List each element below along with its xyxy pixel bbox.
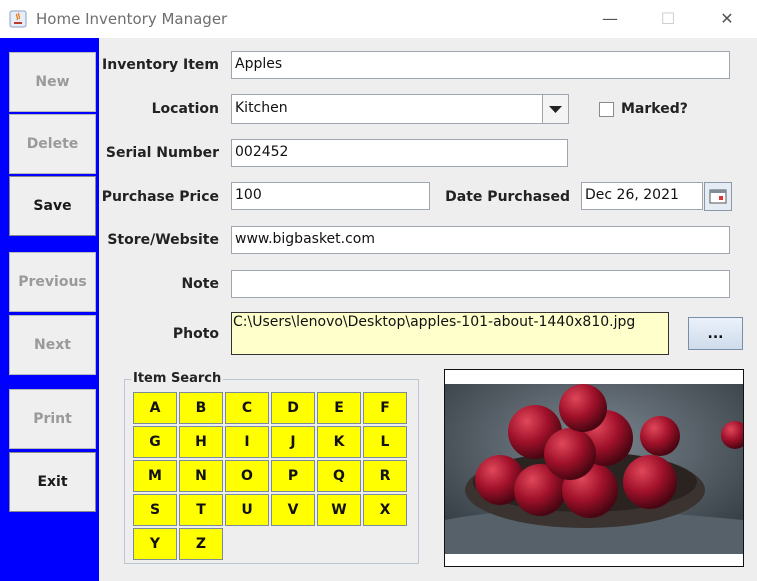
search-letter-q-button[interactable]: Q [317,460,361,492]
photo-preview [444,369,744,567]
app-window: Home Inventory Manager — ☐ ✕ New Delete … [0,0,757,581]
marked-checkbox[interactable] [599,102,614,117]
inventory-item-field[interactable]: Apples [231,51,730,79]
maximize-button[interactable]: ☐ [646,6,690,32]
search-letter-n-button[interactable]: N [179,460,223,492]
print-button[interactable]: Print [9,389,96,449]
search-letter-d-button[interactable]: D [271,392,315,424]
search-letter-e-button[interactable]: E [317,392,361,424]
photo-label: Photo [172,326,219,342]
new-button[interactable]: New [9,52,96,112]
location-selected-value: Kitchen [235,100,288,116]
search-letter-o-button[interactable]: O [225,460,269,492]
search-letter-a-button[interactable]: A [133,392,177,424]
next-button[interactable]: Next [9,315,96,375]
search-letter-p-button[interactable]: P [271,460,315,492]
search-letter-i-button[interactable]: I [225,426,269,458]
search-letter-r-button[interactable]: R [363,460,407,492]
date-purchased-field[interactable]: Dec 26, 2021 [581,182,703,210]
dropdown-arrow-button[interactable] [542,95,568,123]
store-website-field[interactable]: www.bigbasket.com [231,226,730,254]
location-combobox[interactable]: Kitchen [231,94,569,124]
search-letter-b-button[interactable]: B [179,392,223,424]
search-letter-x-button[interactable]: X [363,494,407,526]
note-label: Note [181,276,219,292]
search-letter-w-button[interactable]: W [317,494,361,526]
serial-number-label: Serial Number [105,145,219,161]
exit-button[interactable]: Exit [9,452,96,512]
note-field[interactable] [231,270,730,298]
search-letter-g-button[interactable]: G [133,426,177,458]
search-letter-l-button[interactable]: L [363,426,407,458]
photo-path-field: C:\Users\lenovo\Desktop\apples-101-about… [231,312,669,355]
search-letter-s-button[interactable]: S [133,494,177,526]
browse-photo-button[interactable]: ... [688,317,743,350]
location-label: Location [151,101,219,117]
save-button[interactable]: Save [9,176,96,236]
search-letter-t-button[interactable]: T [179,494,223,526]
purchase-price-label: Purchase Price [101,189,219,205]
minimize-button[interactable]: — [588,6,632,32]
sidebar-toolbar: New Delete Save Previous Next Print Exit [0,38,99,581]
search-letter-f-button[interactable]: F [363,392,407,424]
search-letter-y-button[interactable]: Y [133,528,177,560]
apples-photo [445,370,743,566]
search-letter-u-button[interactable]: U [225,494,269,526]
previous-button[interactable]: Previous [9,252,96,312]
item-search-title: Item Search [131,371,224,386]
purchase-price-field[interactable]: 100 [231,182,430,210]
calendar-button[interactable] [704,182,732,211]
search-letter-k-button[interactable]: K [317,426,361,458]
inventory-item-label: Inventory Item [102,57,219,73]
search-letter-c-button[interactable]: C [225,392,269,424]
search-letter-v-button[interactable]: V [271,494,315,526]
delete-button[interactable]: Delete [9,114,96,174]
search-letter-z-button[interactable]: Z [179,528,223,560]
java-app-icon [9,10,27,28]
window-title: Home Inventory Manager [36,10,228,28]
calendar-icon [709,189,727,204]
search-letter-h-button[interactable]: H [179,426,223,458]
title-bar: Home Inventory Manager — ☐ ✕ [0,0,757,38]
serial-number-field[interactable]: 002452 [231,139,568,167]
chevron-down-icon [549,106,562,113]
close-button[interactable]: ✕ [705,6,749,32]
search-letter-m-button[interactable]: M [133,460,177,492]
marked-label: Marked? [621,101,688,117]
store-website-label: Store/Website [107,232,219,248]
date-purchased-label: Date Purchased [445,189,570,205]
search-letter-j-button[interactable]: J [271,426,315,458]
